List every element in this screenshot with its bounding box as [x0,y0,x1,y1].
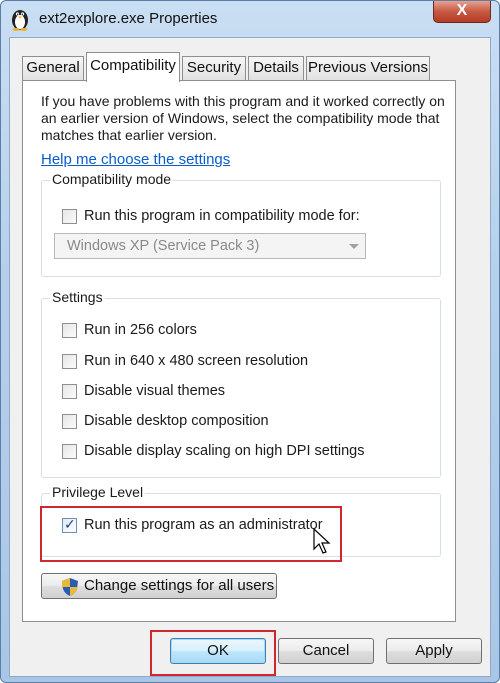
properties-dialog: ext2explore.exe Properties X General Com… [0,0,500,683]
tab-label: Compatibility [90,57,176,74]
tab-compatibility[interactable]: Compatibility [86,52,180,82]
mouse-cursor-icon [313,528,331,554]
tab-details[interactable]: Details [248,56,304,80]
tab-label: General [26,59,80,76]
checkbox-label: Disable visual themes [84,383,226,399]
button-label: Change settings for all users [84,577,275,594]
apply-button[interactable]: Apply [386,638,482,664]
cancel-button[interactable]: Cancel [278,638,374,664]
compat-mode-checkbox-row[interactable]: Run this program in compatibility mode f… [62,207,422,227]
group-label: Privilege Level [50,484,146,500]
setting-640x480[interactable]: Run in 640 x 480 screen resolution [62,352,422,372]
button-label: Apply [415,642,453,659]
checkbox[interactable] [62,323,77,338]
checkbox-label: Run in 640 x 480 screen resolution [84,353,309,369]
intro-text: If you have problems with this program a… [41,93,445,143]
compat-mode-checkbox[interactable] [62,209,77,224]
tab-previous-versions[interactable]: Previous Versions [306,56,430,80]
button-label: Cancel [302,642,350,659]
checkbox[interactable] [62,414,77,429]
settings-group: Settings Run in 256 colors Run in 640 x … [41,289,441,478]
tab-label: Previous Versions [307,59,429,76]
tab-label: Security [186,59,242,76]
close-button[interactable]: X [433,1,491,23]
checkbox-label: Run in 256 colors [84,322,197,338]
chevron-down-icon [349,244,359,249]
compat-mode-select[interactable]: Windows XP (Service Pack 3) [54,233,366,259]
uac-shield-icon [62,578,78,596]
select-value: Windows XP (Service Pack 3) [67,238,260,254]
setting-disable-visual-themes[interactable]: Disable visual themes [62,382,422,402]
checkbox-label: Disable display scaling on high DPI sett… [84,443,365,459]
change-settings-all-users-button[interactable]: Change settings for all users [41,573,277,599]
tab-general[interactable]: General [22,56,84,80]
checkbox[interactable] [62,354,77,369]
setting-disable-dpi-scaling[interactable]: Disable display scaling on high DPI sett… [62,442,432,462]
help-link[interactable]: Help me choose the settings [41,151,230,168]
setting-256-colors[interactable]: Run in 256 colors [62,321,422,341]
checkbox[interactable] [62,384,77,399]
window-title: ext2explore.exe Properties [39,10,218,27]
ok-highlight-box [150,630,276,676]
checkbox[interactable] [62,444,77,459]
title-bar[interactable]: ext2explore.exe Properties X [1,1,499,37]
tab-label: Details [253,59,299,76]
close-icon: X [456,2,468,19]
tab-security[interactable]: Security [182,56,246,80]
checkbox-label: Disable desktop composition [84,413,269,429]
group-label: Compatibility mode [50,171,174,187]
group-label: Settings [50,289,105,305]
setting-disable-desktop-composition[interactable]: Disable desktop composition [62,412,422,432]
compatibility-mode-group: Compatibility mode Run this program in c… [41,171,441,277]
highlight-box [40,506,342,562]
checkbox-label: Run this program in compatibility mode f… [84,208,360,224]
penguin-app-icon [12,10,28,31]
dialog-body: General Compatibility Security Details P… [9,37,491,677]
compatibility-panel: If you have problems with this program a… [22,80,456,622]
